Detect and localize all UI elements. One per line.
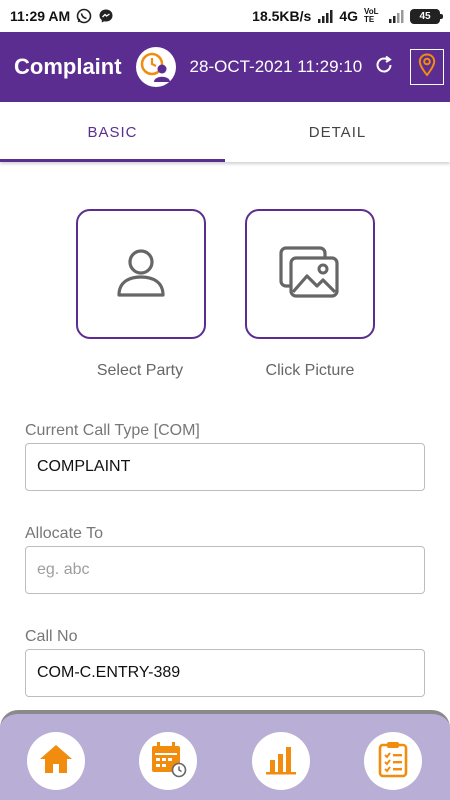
- volte-label: VoLTE: [364, 7, 379, 24]
- clock-user-logo-icon: [135, 47, 176, 87]
- image-gallery-icon: [277, 242, 343, 307]
- call-type-label: Current Call Type [COM]: [25, 422, 200, 439]
- status-left: 11:29 AM: [10, 8, 114, 24]
- current-datetime: 28-OCT-2021 11:29:10: [189, 57, 363, 76]
- click-picture-label: Click Picture: [265, 362, 355, 379]
- status-right: 18.5KB/s 4G VoLTE 45: [252, 7, 443, 24]
- messenger-icon: [98, 8, 114, 24]
- call-type-input[interactable]: [25, 443, 425, 491]
- signal-2-icon: [388, 9, 404, 23]
- person-icon: [111, 242, 171, 307]
- network-speed: 18.5KB/s: [252, 8, 312, 24]
- page-title: Complaint: [14, 54, 122, 79]
- whatsapp-icon: [76, 8, 92, 24]
- status-time: 11:29 AM: [10, 8, 71, 24]
- allocate-to-input[interactable]: [25, 546, 425, 594]
- tab-basic[interactable]: BASIC: [0, 102, 225, 162]
- network-type: 4G: [339, 8, 358, 24]
- signal-icon: [317, 9, 333, 23]
- call-no-input[interactable]: [25, 649, 425, 697]
- bottom-nav: [0, 710, 450, 800]
- nav-home-button[interactable]: [27, 732, 85, 790]
- location-button[interactable]: [410, 49, 444, 85]
- select-party-button[interactable]: [76, 209, 206, 339]
- bar-chart-icon: [264, 742, 298, 781]
- battery-level: 45: [419, 10, 431, 22]
- home-icon: [38, 743, 74, 780]
- battery-indicator: 45: [410, 8, 443, 24]
- nav-tasks-button[interactable]: [364, 732, 422, 790]
- location-pin-icon: [418, 52, 436, 82]
- refresh-button[interactable]: [370, 53, 398, 81]
- nav-calendar-button[interactable]: [139, 732, 197, 790]
- tab-bar: BASIC DETAIL: [0, 102, 450, 162]
- tab-detail[interactable]: DETAIL: [225, 102, 450, 162]
- clipboard-checklist-icon: [376, 740, 410, 783]
- click-picture-button[interactable]: [245, 209, 375, 339]
- app-bar: Complaint 28-OCT-2021 11:29:10: [0, 32, 450, 102]
- status-bar: 11:29 AM 18.5KB/s 4G VoLTE 45: [0, 0, 450, 32]
- nav-reports-button[interactable]: [252, 732, 310, 790]
- select-party-label: Select Party: [96, 362, 184, 379]
- calendar-clock-icon: [149, 740, 187, 783]
- allocate-to-label: Allocate To: [25, 525, 103, 542]
- refresh-icon: [373, 54, 395, 81]
- call-no-label: Call No: [25, 628, 78, 645]
